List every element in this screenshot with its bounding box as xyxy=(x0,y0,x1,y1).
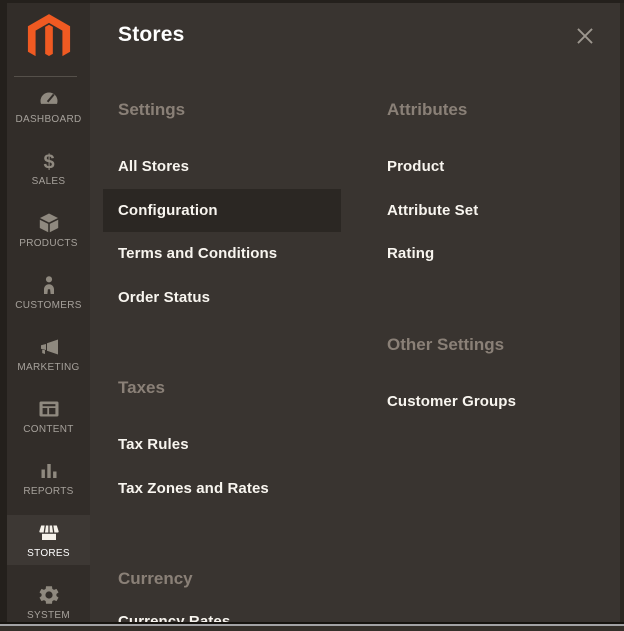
stores-flyout-menu: Stores Settings All Stores Configuration… xyxy=(90,3,620,631)
megaphone-icon xyxy=(37,335,61,359)
flyout-body: Settings All Stores Configuration Terms … xyxy=(90,99,620,631)
menu-item-rating[interactable]: Rating xyxy=(372,232,610,276)
sidebar-item-system[interactable]: SYSTEM xyxy=(7,577,90,627)
group-taxes: Taxes Tax Rules Tax Zones and Rates xyxy=(103,377,341,510)
menu-item-customer-groups[interactable]: Customer Groups xyxy=(372,380,610,424)
menu-item-tax-zones-and-rates[interactable]: Tax Zones and Rates xyxy=(103,467,341,511)
sidebar-item-label: CUSTOMERS xyxy=(15,300,81,312)
sidebar-item-label: DASHBOARD xyxy=(15,114,81,126)
sidebar-item-stores[interactable]: STORES xyxy=(7,515,90,565)
layout-icon xyxy=(37,397,61,421)
group-heading: Taxes xyxy=(103,377,341,399)
sidebar-item-label: SYSTEM xyxy=(27,610,70,622)
sidebar-divider xyxy=(14,76,77,77)
gear-icon xyxy=(37,583,61,607)
group-heading: Settings xyxy=(103,99,341,121)
sidebar-item-label: REPORTS xyxy=(23,486,73,498)
sidebar-item-sales[interactable]: $ SALES xyxy=(7,143,90,193)
sidebar-nav: DASHBOARD $ SALES PRODUCTS CUSTOMERS xyxy=(7,81,90,627)
flyout-header: Stores xyxy=(90,3,620,49)
menu-item-product[interactable]: Product xyxy=(372,145,610,189)
sidebar-item-label: CONTENT xyxy=(23,424,73,436)
close-icon[interactable] xyxy=(572,23,598,49)
sidebar-item-dashboard[interactable]: DASHBOARD xyxy=(7,81,90,131)
box-icon xyxy=(37,211,61,235)
admin-sidebar: DASHBOARD $ SALES PRODUCTS CUSTOMERS xyxy=(7,3,90,631)
window-right-edge xyxy=(620,0,624,631)
svg-text:$: $ xyxy=(43,152,54,174)
sidebar-item-reports[interactable]: REPORTS xyxy=(7,453,90,503)
menu-item-configuration[interactable]: Configuration xyxy=(103,189,341,233)
dollar-icon: $ xyxy=(37,149,61,173)
magento-admin-window: DASHBOARD $ SALES PRODUCTS CUSTOMERS xyxy=(0,0,624,631)
sidebar-item-label: MARKETING xyxy=(17,362,79,374)
sidebar-item-label: PRODUCTS xyxy=(19,238,78,250)
group-heading: Attributes xyxy=(372,99,610,121)
flyout-column-2: Attributes Product Attribute Set Rating … xyxy=(372,99,610,631)
group-settings: Settings All Stores Configuration Terms … xyxy=(103,99,341,319)
window-top-edge xyxy=(0,0,624,3)
group-attributes: Attributes Product Attribute Set Rating xyxy=(372,99,610,276)
flyout-title: Stores xyxy=(118,21,185,49)
sidebar-item-marketing[interactable]: MARKETING xyxy=(7,329,90,379)
person-icon xyxy=(37,273,61,297)
group-other-settings: Other Settings Customer Groups xyxy=(372,334,610,424)
storefront-icon xyxy=(37,521,61,545)
menu-item-all-stores[interactable]: All Stores xyxy=(103,145,341,189)
flyout-column-1: Settings All Stores Configuration Terms … xyxy=(103,99,341,631)
menu-item-order-status[interactable]: Order Status xyxy=(103,276,341,320)
menu-item-terms-and-conditions[interactable]: Terms and Conditions xyxy=(103,232,341,276)
magento-logo-icon[interactable] xyxy=(26,14,72,64)
sidebar-item-products[interactable]: PRODUCTS xyxy=(7,205,90,255)
sidebar-item-content[interactable]: CONTENT xyxy=(7,391,90,441)
group-heading: Other Settings xyxy=(372,334,610,356)
menu-item-tax-rules[interactable]: Tax Rules xyxy=(103,423,341,467)
menu-item-attribute-set[interactable]: Attribute Set xyxy=(372,189,610,233)
group-heading: Currency xyxy=(103,568,341,590)
dashboard-gauge-icon xyxy=(37,87,61,111)
bar-chart-icon xyxy=(37,459,61,483)
sidebar-item-label: STORES xyxy=(27,548,70,560)
sidebar-item-label: SALES xyxy=(32,176,66,188)
sidebar-item-customers[interactable]: CUSTOMERS xyxy=(7,267,90,317)
window-bottom-edge xyxy=(0,622,624,631)
